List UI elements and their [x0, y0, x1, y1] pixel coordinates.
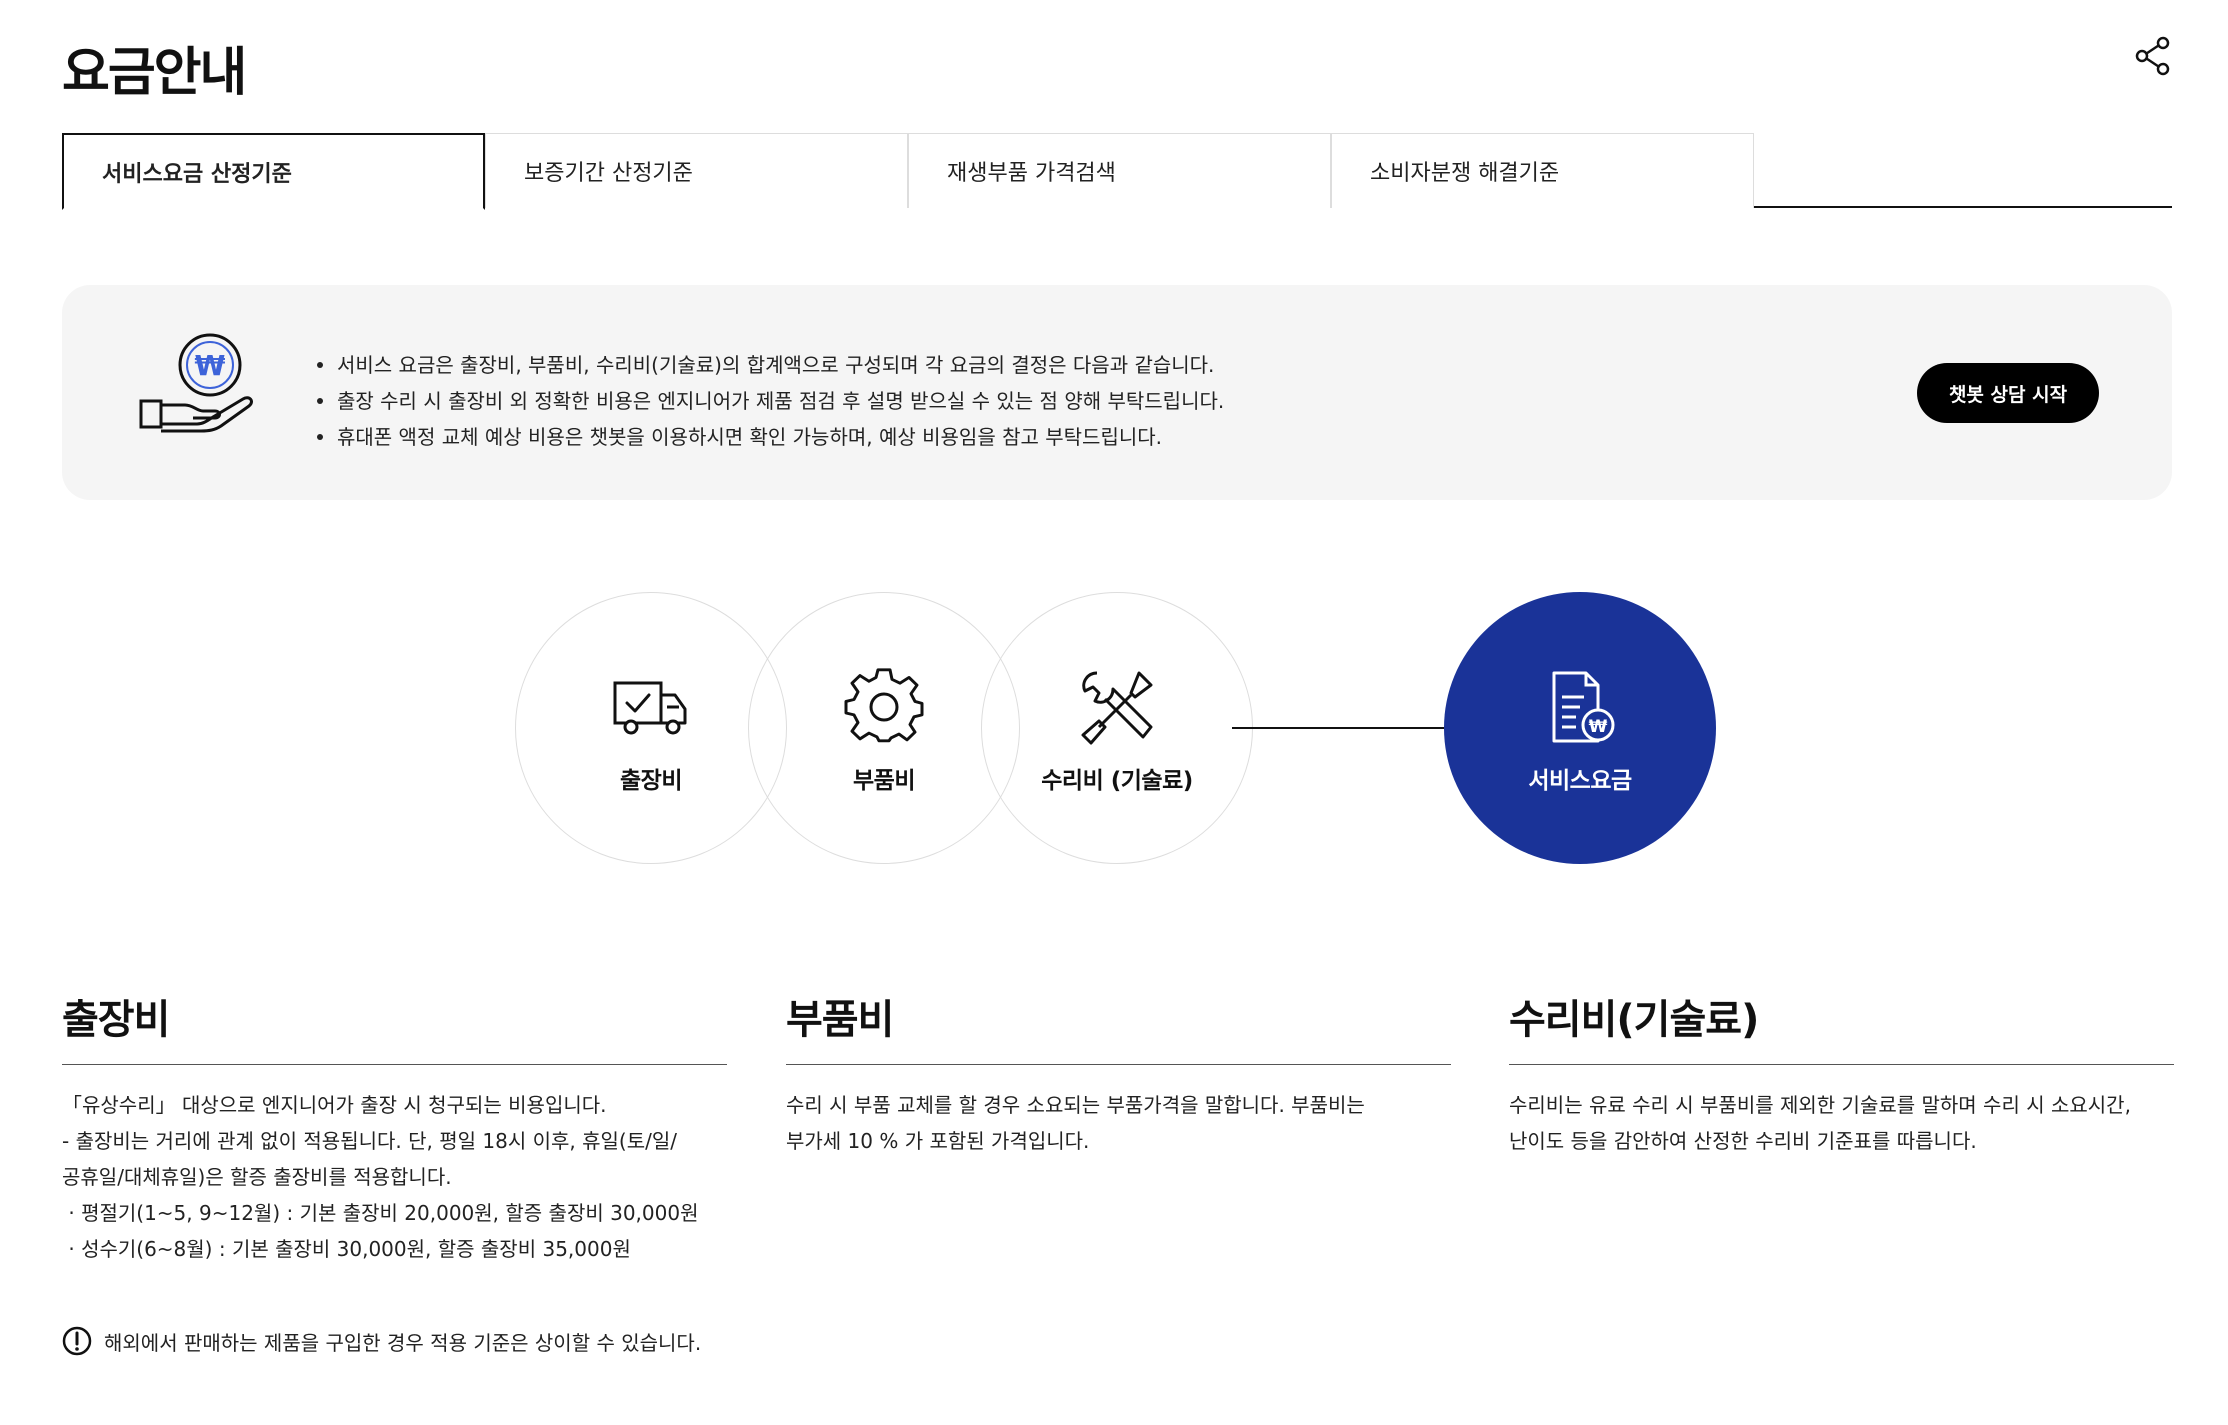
parts-fee-section: 부품비 수리 시 부품 교체를 할 경우 소요되는 부품가격을 말합니다. 부품…: [786, 985, 1451, 1159]
tab-warranty[interactable]: 보증기간 산정기준: [485, 133, 908, 208]
overseas-notice: 해외에서 판매하는 제품을 구입한 경우 적용 기준은 상이할 수 있습니다.: [62, 1326, 701, 1356]
repair-fee-item: 수리비 (기술료): [981, 592, 1253, 864]
repair-fee-section: 수리비(기술료) 수리비는 유료 수리 시 부품비를 제외한 기술료를 말하며 …: [1509, 985, 2174, 1159]
diagram-connector: [1232, 727, 1474, 729]
parts-fee-label: 부품비: [853, 768, 915, 794]
won-hand-icon: ₩: [137, 331, 262, 441]
svg-text:₩: ₩: [1589, 717, 1608, 737]
share-icon[interactable]: [2130, 32, 2178, 80]
wrench-screwdriver-icon: [1081, 671, 1153, 745]
section-body: 「유상수리」 대상으로 엔지니어가 출장 시 청구되는 비용입니다. - 출장비…: [62, 1087, 727, 1267]
gear-icon: [844, 668, 924, 743]
won-document-icon: ₩: [1552, 671, 1615, 743]
tab-label: 소비자분쟁 해결기준: [1370, 161, 1560, 186]
repair-fee-label: 수리비 (기술료): [1041, 768, 1193, 794]
section-line: · 평절기(1~5, 9~12월) : 기본 출장비 20,000원, 할증 출…: [62, 1201, 699, 1225]
travel-fee-section: 출장비 「유상수리」 대상으로 엔지니어가 출장 시 청구되는 비용입니다. -…: [62, 985, 727, 1267]
section-line: 수리 시 부품 교체를 할 경우 소요되는 부품가격을 말합니다. 부품비는: [786, 1093, 1365, 1117]
info-list: 서비스 요금은 출장비, 부품비, 수리비(기술료)의 합계액으로 구성되며 각…: [317, 347, 1224, 455]
parts-fee-item: 부품비: [748, 592, 1020, 864]
tab-service-fee[interactable]: 서비스요금 산정기준: [62, 133, 485, 210]
section-line: 공휴일/대체휴일)은 할증 출장비를 적용합니다.: [62, 1165, 452, 1189]
truck-check-icon: [613, 681, 687, 735]
notice-text: 해외에서 판매하는 제품을 구입한 경우 적용 기준은 상이할 수 있습니다.: [104, 1330, 702, 1355]
section-body: 수리 시 부품 교체를 할 경우 소요되는 부품가격을 말합니다. 부품비는 부…: [786, 1087, 1451, 1159]
tab-label: 서비스요금 산정기준: [102, 161, 292, 187]
section-line: - 출장비는 거리에 관계 없이 적용됩니다. 단, 평일 18시 이후, 휴일…: [62, 1129, 677, 1153]
page-title: 요금안내: [62, 43, 247, 103]
section-line: · 성수기(6~8월) : 기본 출장비 30,000원, 할증 출장비 35,…: [62, 1237, 631, 1261]
info-item: 휴대폰 액정 교체 예상 비용은 챗봇을 이용하시면 확인 가능하며, 예상 비…: [317, 419, 1224, 455]
section-line: 부가세 10 % 가 포함된 가격입니다.: [786, 1129, 1090, 1153]
chatbot-start-button[interactable]: 챗봇 상담 시작: [1917, 363, 2099, 423]
info-item: 출장 수리 시 출장비 외 정확한 비용은 엔지니어가 제품 점검 후 설명 받…: [317, 383, 1224, 419]
section-body: 수리비는 유료 수리 시 부품비를 제외한 기술료를 말하며 수리 시 소요시간…: [1509, 1087, 2174, 1159]
section-line: 「유상수리」 대상으로 엔지니어가 출장 시 청구되는 비용입니다.: [62, 1093, 607, 1117]
tab-label: 재생부품 가격검색: [947, 161, 1116, 186]
exclamation-circle-icon: [62, 1326, 92, 1356]
section-line: 난이도 등을 감안하여 산정한 수리비 기준표를 따릅니다.: [1509, 1129, 1977, 1153]
service-fee-item: ₩ 서비스요금: [1444, 592, 1716, 864]
tab-bar: 서비스요금 산정기준 보증기간 산정기준 재생부품 가격검색 소비자분쟁 해결기…: [62, 133, 2172, 210]
travel-fee-item: 출장비: [515, 592, 787, 864]
service-fee-label: 서비스요금: [1528, 768, 1632, 794]
page: 요금안내 서비스요금 산정기준 보증기간 산정기준 재생부품 가격검색 소비자분…: [0, 0, 2228, 1425]
section-line: 수리비는 유료 수리 시 부품비를 제외한 기술료를 말하며 수리 시 소요시간…: [1509, 1093, 2131, 1117]
section-title: 수리비(기술료): [1509, 985, 2174, 1065]
svg-text:₩: ₩: [195, 349, 226, 382]
section-title: 부품비: [786, 985, 1451, 1065]
travel-fee-label: 출장비: [620, 768, 682, 794]
section-title: 출장비: [62, 985, 727, 1065]
info-item: 서비스 요금은 출장비, 부품비, 수리비(기술료)의 합계액으로 구성되며 각…: [317, 347, 1224, 383]
tab-refurbished-parts[interactable]: 재생부품 가격검색: [908, 133, 1331, 208]
tab-dispute-resolution[interactable]: 소비자분쟁 해결기준: [1331, 133, 1754, 208]
tab-label: 보증기간 산정기준: [524, 161, 693, 186]
info-box: ₩ 서비스 요금은 출장비, 부품비, 수리비(기술료)의 합계액으로 구성되며…: [62, 285, 2172, 500]
